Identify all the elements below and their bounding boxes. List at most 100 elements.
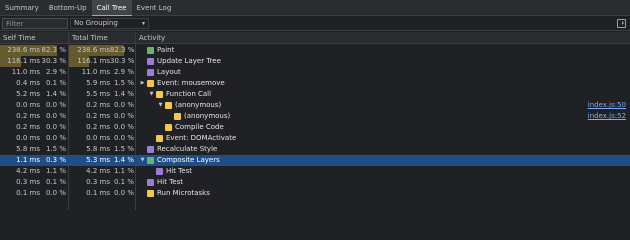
expand-triangle-down-icon[interactable]: ▼ xyxy=(139,155,146,166)
self-time-percent: 0.0 % xyxy=(45,101,66,109)
total-time-percent: 0.0 % xyxy=(113,101,134,109)
source-link[interactable]: index.js:50 xyxy=(588,100,626,111)
table-row[interactable]: 4.2 ms 1.1 % 4.2 ms 1.1 % Hit Test xyxy=(0,166,630,177)
activity-cell: Paint xyxy=(136,45,630,56)
activity-name: Hit Test xyxy=(157,178,183,186)
activity-cell: Hit Test xyxy=(136,177,630,188)
table-header: Self Time Total Time Activity xyxy=(0,32,630,44)
toggle-sidebar-icon[interactable] xyxy=(617,19,626,28)
tab-call-tree[interactable]: Call Tree xyxy=(91,0,132,16)
category-color-swatch-icon xyxy=(147,146,154,153)
total-time-value: 0.1 ms xyxy=(86,189,110,197)
self-time-percent: 82.3 % xyxy=(41,46,66,54)
self-time-percent: 0.0 % xyxy=(45,134,66,142)
tab-event-log[interactable]: Event Log xyxy=(132,0,177,16)
activity-name: (anonymous) xyxy=(175,101,222,109)
activity-name: Function Call xyxy=(166,90,212,98)
activity-name: Paint xyxy=(157,46,175,54)
table-row[interactable]: 0.2 ms 0.0 % 0.2 ms 0.0 % Compile Code xyxy=(0,122,630,133)
column-header-activity[interactable]: Activity xyxy=(136,32,630,44)
self-time-value: 0.1 ms xyxy=(16,189,40,197)
filter-input[interactable] xyxy=(2,18,68,29)
table-row[interactable]: 11.0 ms 2.9 % 11.0 ms 2.9 % Layout xyxy=(0,67,630,78)
total-time-percent: 0.1 % xyxy=(113,178,134,186)
self-time-value: 0.2 ms xyxy=(16,112,40,120)
table-row[interactable]: 0.1 ms 0.0 % 0.1 ms 0.0 % Run Microtasks xyxy=(0,188,630,199)
category-color-swatch-icon xyxy=(156,135,163,142)
total-time-percent: 1.5 % xyxy=(113,79,134,87)
table-row[interactable]: 1.1 ms 0.3 % 5.3 ms 1.4 % ▼ Composite Layers xyxy=(0,155,630,166)
self-time-percent: 0.0 % xyxy=(45,112,66,120)
activity-cell: Layout xyxy=(136,67,630,78)
activity-cell: Event: DOMActivate xyxy=(136,133,630,144)
self-time-percent: 2.9 % xyxy=(45,68,66,76)
activity-name: (anonymous) xyxy=(184,112,231,120)
total-time-value: 5.3 ms xyxy=(86,156,110,164)
self-time-value: 5.8 ms xyxy=(16,145,40,153)
total-time-percent: 0.0 % xyxy=(113,112,134,120)
self-time-percent: 0.0 % xyxy=(45,189,66,197)
total-time-percent: 1.5 % xyxy=(113,145,134,153)
category-color-swatch-icon xyxy=(156,91,163,98)
total-time-value: 5.8 ms xyxy=(86,145,110,153)
category-color-swatch-icon xyxy=(147,190,154,197)
category-color-swatch-icon xyxy=(165,124,172,131)
activity-cell: Compile Code xyxy=(136,122,630,133)
activity-cell: ▼ Composite Layers xyxy=(136,155,630,166)
activity-name: Event: DOMActivate xyxy=(166,134,237,142)
activity-name: Compile Code xyxy=(175,123,224,131)
table-row[interactable]: 116.1 ms 30.3 % 116.1 ms 30.3 % Update Layer… xyxy=(0,56,630,67)
table-row[interactable]: 5.8 ms 1.5 % 5.8 ms 1.5 % Recalculate Style xyxy=(0,144,630,155)
self-time-percent: 0.1 % xyxy=(45,79,66,87)
category-color-swatch-icon xyxy=(147,47,154,54)
self-time-percent: 1.1 % xyxy=(45,167,66,175)
activity-name: Composite Layers xyxy=(157,156,220,164)
self-time-value: 1.1 ms xyxy=(16,156,40,164)
total-time-value: 4.2 ms xyxy=(86,167,110,175)
total-time-percent: 0.0 % xyxy=(113,134,134,142)
category-color-swatch-icon xyxy=(147,80,154,87)
self-time-percent: 0.1 % xyxy=(45,178,66,186)
table-row[interactable]: 238.6 ms 82.3 % 238.6 ms 82.3 % Paint xyxy=(0,45,630,56)
table-row[interactable]: 0.0 ms 0.0 % 0.2 ms 0.0 % ▼ (anonymous) index.… xyxy=(0,100,630,111)
self-time-value: 238.6 ms xyxy=(7,46,40,54)
total-time-percent: 1.4 % xyxy=(113,90,134,98)
self-time-percent: 0.3 % xyxy=(45,156,66,164)
table-row[interactable]: 0.3 ms 0.1 % 0.3 ms 0.1 % Hit Test xyxy=(0,177,630,188)
column-header-self-time[interactable]: Self Time xyxy=(0,32,69,44)
expand-triangle-down-icon[interactable]: ▼ xyxy=(157,100,164,111)
self-time-value: 0.4 ms xyxy=(16,79,40,87)
self-time-percent: 30.3 % xyxy=(41,57,66,65)
call-tree-table: 238.6 ms 82.3 % 238.6 ms 82.3 % Paint 116.1 m… xyxy=(0,45,630,199)
activity-cell: ▼ (anonymous) index.js:50 xyxy=(136,100,630,111)
column-header-total-time[interactable]: Total Time xyxy=(69,32,136,44)
self-time-value: 11.0 ms xyxy=(11,68,40,76)
total-time-value: 0.2 ms xyxy=(86,112,110,120)
source-link[interactable]: index.js:52 xyxy=(588,111,626,122)
category-color-swatch-icon xyxy=(156,168,163,175)
self-time-value: 4.2 ms xyxy=(16,167,40,175)
table-row[interactable]: 0.2 ms 0.0 % 0.2 ms 0.0 % (anonymous) index.j… xyxy=(0,111,630,122)
grouping-dropdown[interactable]: No Grouping ▾ xyxy=(70,18,149,29)
category-color-swatch-icon xyxy=(147,179,154,186)
table-row[interactable]: 5.2 ms 1.4 % 5.5 ms 1.4 % ▼ Function Call xyxy=(0,89,630,100)
total-time-value: 116.1 ms xyxy=(77,57,110,65)
total-time-percent: 1.1 % xyxy=(113,167,134,175)
table-row[interactable]: 0.0 ms 0.0 % 0.0 ms 0.0 % Event: DOMActivate xyxy=(0,133,630,144)
grouping-value: No Grouping xyxy=(74,19,118,27)
tab-bottom-up[interactable]: Bottom-Up xyxy=(44,0,92,16)
activity-name: Run Microtasks xyxy=(157,189,210,197)
total-time-value: 11.0 ms xyxy=(81,68,110,76)
tab-summary[interactable]: Summary xyxy=(0,0,44,16)
category-color-swatch-icon xyxy=(174,113,181,120)
activity-cell: Update Layer Tree xyxy=(136,56,630,67)
expand-triangle-down-icon[interactable]: ▼ xyxy=(148,89,155,100)
self-time-value: 0.0 ms xyxy=(16,101,40,109)
total-time-value: 0.2 ms xyxy=(86,123,110,131)
self-time-percent: 1.5 % xyxy=(45,145,66,153)
expand-triangle-right-icon[interactable]: ▶ xyxy=(139,78,146,89)
activity-name: Layout xyxy=(157,68,181,76)
table-row[interactable]: 0.4 ms 0.1 % 5.9 ms 1.5 % ▶ Event: mousemove xyxy=(0,78,630,89)
activity-cell: Hit Test xyxy=(136,166,630,177)
activity-cell: Run Microtasks xyxy=(136,188,630,199)
